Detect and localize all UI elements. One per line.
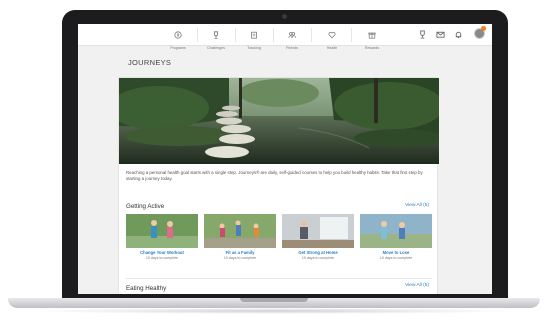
journey-tile-move-to-lose[interactable]: Move to Lose 10 days to complete xyxy=(360,214,432,260)
journey-thumbnail xyxy=(282,214,354,248)
journey-thumbnail xyxy=(360,214,432,248)
hero-image xyxy=(119,78,439,164)
trophy-icon xyxy=(214,31,218,39)
section-title-getting-active: Getting Active xyxy=(126,203,165,210)
nav-item-programs[interactable]: Programs xyxy=(160,26,196,50)
journey-name: Change Your Workout xyxy=(140,250,184,255)
top-navigation: Programs Challenges Tracking Friends Hea… xyxy=(78,24,492,50)
clipboard-icon xyxy=(251,31,257,39)
journey-name: Move to Lose xyxy=(382,250,410,255)
nav-label: Tracking xyxy=(247,46,261,50)
nav-item-tracking[interactable]: Tracking xyxy=(236,26,272,50)
journey-tile-get-strong-at-home[interactable]: Get Strong at Home 10 days to complete xyxy=(282,214,354,260)
journeys-card: Reaching a personal health goal starts w… xyxy=(118,77,439,294)
journey-duration: 10 days to complete xyxy=(379,256,413,260)
journey-name: Get Strong at Home xyxy=(298,250,338,255)
section-divider xyxy=(126,278,432,279)
nav-item-health[interactable]: Health xyxy=(314,26,350,50)
view-all-eating-healthy-link[interactable]: View All (5) xyxy=(405,283,429,288)
intro-text: Reaching a personal health goal starts w… xyxy=(126,170,423,181)
journey-name: Fit as a Family xyxy=(225,250,255,255)
compass-icon xyxy=(174,31,182,39)
nav-item-friends[interactable]: Friends xyxy=(274,26,310,50)
nav-item-challenges[interactable]: Challenges xyxy=(198,26,234,50)
notification-badge xyxy=(481,26,486,31)
nav-divider xyxy=(351,28,352,42)
people-icon xyxy=(288,32,296,38)
journey-duration: 10 days to complete xyxy=(301,256,335,260)
heart-icon xyxy=(328,31,336,39)
nav-item-rewards[interactable]: Rewards xyxy=(354,26,390,50)
laptop-shadow xyxy=(30,308,518,314)
nav-label: Rewards xyxy=(364,46,380,50)
screen: Programs Challenges Tracking Friends Hea… xyxy=(78,24,492,294)
trophy-icon[interactable] xyxy=(418,30,427,39)
journey-thumbnail xyxy=(204,214,276,248)
journey-thumbnail xyxy=(126,214,198,248)
view-all-getting-active-link[interactable]: View All (5) xyxy=(405,203,429,208)
gift-icon xyxy=(368,32,376,39)
nav-label: Challenges xyxy=(207,46,225,50)
journey-tile-fit-as-a-family[interactable]: Fit as a Family 10 days to complete xyxy=(204,214,276,260)
laptop-mockup: Programs Challenges Tracking Friends Hea… xyxy=(0,0,548,320)
laptop-base-notch xyxy=(240,298,308,302)
journey-duration: 10 days to complete xyxy=(145,256,179,260)
bell-icon[interactable] xyxy=(454,30,463,39)
nav-label: Friends xyxy=(286,46,298,50)
page-title: JOURNEYS xyxy=(128,58,172,67)
journey-tile-change-your-workout[interactable]: Change Your Workout 10 days to complete xyxy=(126,214,198,260)
journey-duration: 10 days to complete xyxy=(223,256,257,260)
nav-label: Programs xyxy=(170,46,186,50)
mail-icon[interactable] xyxy=(436,30,445,39)
nav-divider xyxy=(311,28,312,42)
nav-label: Health xyxy=(326,46,338,50)
section-title-eating-healthy: Eating Healthy xyxy=(126,285,167,292)
camera-dot xyxy=(282,14,287,19)
